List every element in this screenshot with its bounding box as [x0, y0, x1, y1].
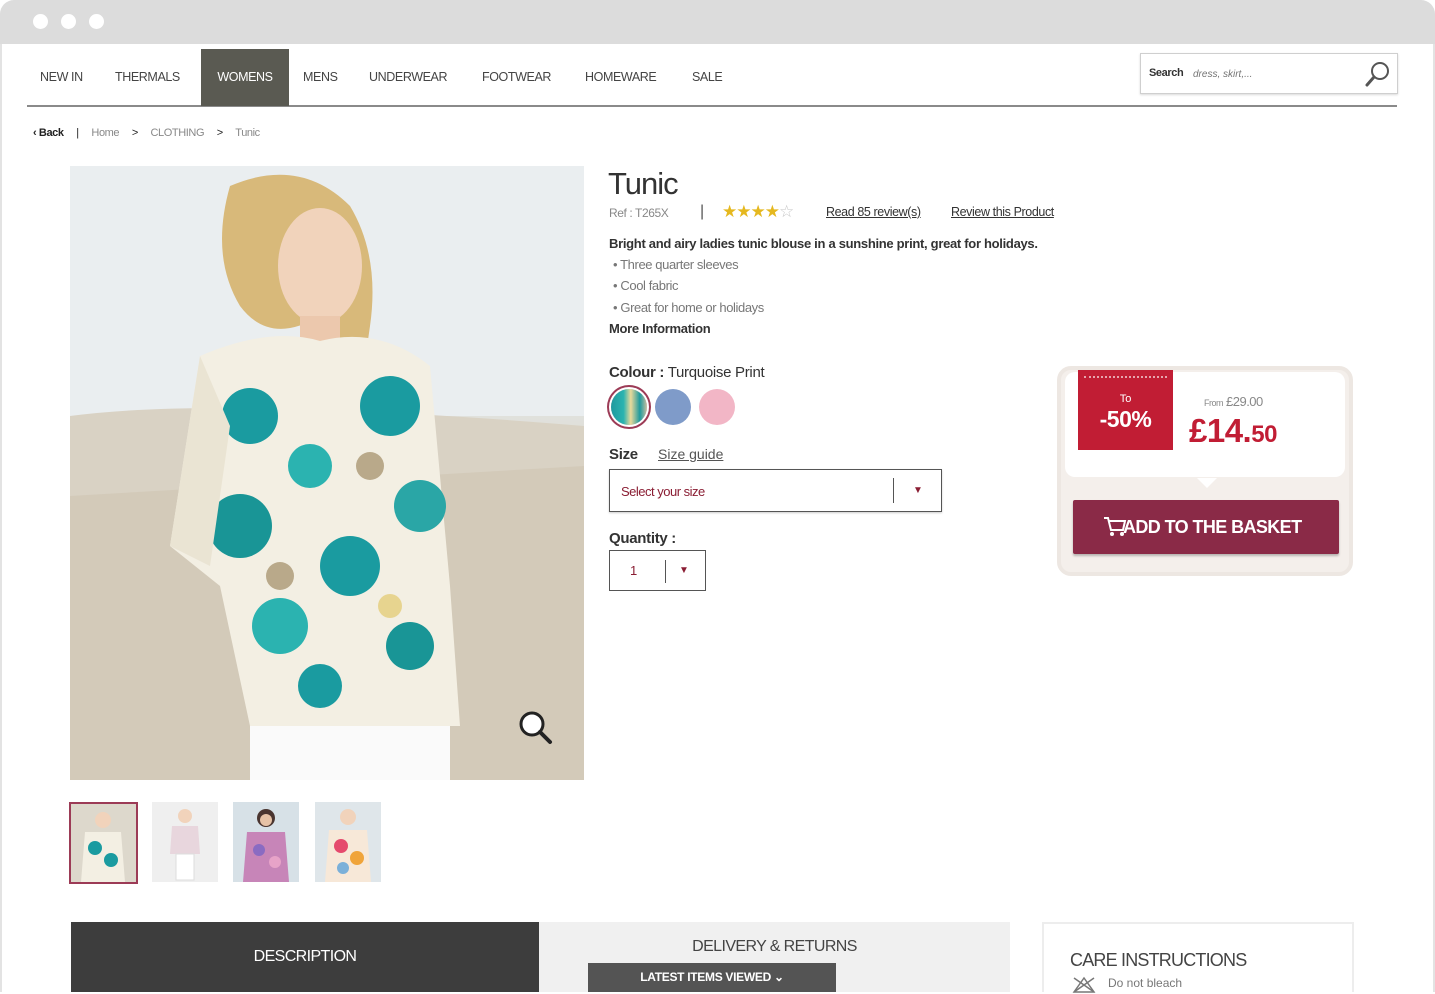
care-instructions-title: CARE INSTRUCTIONS	[1070, 950, 1247, 970]
breadcrumb-separator: |	[76, 127, 79, 139]
more-information-link[interactable]: More Information	[609, 321, 711, 336]
feature-bullet: • Cool fabric	[613, 278, 679, 293]
quantity-value: 1	[630, 563, 638, 578]
add-to-basket-button[interactable]: ADD TO THE BASKET	[1073, 500, 1339, 554]
star-icon: ★	[750, 202, 766, 221]
product-description: Bright and airy ladies tunic blouse in a…	[609, 236, 1038, 251]
product-title: Tunic	[608, 166, 679, 201]
discount-to: To	[1119, 393, 1132, 405]
colour-label: Colour : Turquoise Print	[609, 364, 765, 381]
quantity-label: Quantity :	[609, 530, 676, 547]
star-icon: ★	[722, 202, 737, 221]
size-label: Size	[609, 446, 638, 463]
breadcrumb-home[interactable]: Home	[91, 127, 119, 139]
product-main-image[interactable]	[70, 166, 584, 780]
read-reviews-link[interactable]: Read 85 review(s)	[826, 205, 921, 219]
product-photo	[70, 166, 584, 780]
discount-percent: -50%	[1099, 406, 1152, 432]
product-ref: Ref : T265X	[609, 206, 669, 220]
badge-perforation	[1084, 376, 1167, 378]
window-titlebar	[0, 0, 1435, 44]
divider: |	[700, 203, 705, 220]
feature-bullet: • Three quarter sleeves	[613, 257, 739, 272]
feature-text: Cool fabric	[620, 278, 679, 293]
feature-text: Great for home or holidays	[620, 300, 764, 315]
latest-items-viewed-button[interactable]: LATEST ITEMS VIEWED ⌄	[588, 963, 836, 992]
thumbnail-1[interactable]	[69, 802, 138, 884]
breadcrumb-arrow: >	[216, 127, 223, 139]
was-price-value: £29.00	[1226, 394, 1263, 409]
select-divider	[893, 478, 894, 503]
search-input[interactable]	[1193, 62, 1353, 86]
search-label: Search	[1149, 67, 1184, 79]
review-product-link[interactable]: Review this Product	[951, 205, 1054, 219]
window-dot-minimize[interactable]	[61, 14, 76, 29]
nav-item-underwear[interactable]: UNDERWEAR	[369, 49, 448, 106]
was-price: From £29.00	[1204, 394, 1263, 409]
cart-icon	[1104, 517, 1127, 536]
no-bleach-icon	[1072, 976, 1096, 993]
swatch-blue[interactable]	[655, 389, 691, 425]
nav-item-mens[interactable]: MENS	[303, 49, 338, 106]
add-to-basket-label: ADD TO THE BASKET	[1123, 516, 1302, 537]
search-box: Search	[1140, 53, 1398, 94]
star-empty-icon: ☆	[779, 202, 794, 221]
select-divider	[665, 560, 666, 583]
nav-item-footwear[interactable]: FOOTWEAR	[482, 49, 551, 106]
colour-label-text: Colour :	[609, 364, 665, 381]
breadcrumb-category[interactable]: CLOTHING	[151, 127, 205, 139]
swatch-turquoise-print[interactable]	[611, 389, 647, 425]
breadcrumb-arrow: >	[131, 127, 138, 139]
care-instruction-item: Do not bleach	[1108, 976, 1183, 990]
window-dot-close[interactable]	[33, 14, 48, 29]
thumbnail-image	[315, 802, 381, 882]
feature-text: Three quarter sleeves	[620, 257, 739, 272]
rating-stars: ★★★★☆	[722, 202, 794, 222]
nav-item-homeware[interactable]: HOMEWARE	[585, 49, 657, 106]
zoom-icon[interactable]	[517, 709, 553, 745]
colour-value: Turquoise Print	[667, 364, 765, 381]
care-instructions-panel: CARE INSTRUCTIONS Do not bleach	[1042, 922, 1354, 993]
price-panel: To -50% From £29.00 £14.50 ADD TO THE BAS…	[1057, 366, 1353, 576]
latest-items-label: LATEST ITEMS VIEWED	[640, 970, 771, 984]
price-card-notch	[1197, 478, 1217, 488]
size-select[interactable]: Select your size ▼	[609, 469, 942, 512]
star-icon: ★	[764, 202, 780, 221]
size-select-value: Select your size	[621, 484, 705, 499]
chevron-down-icon: ▼	[679, 565, 689, 576]
thumbnail-image	[233, 802, 299, 882]
tab-description[interactable]: DESCRIPTION	[71, 922, 539, 992]
chevron-down-icon: ⌄	[774, 970, 784, 984]
thumbnail-image	[71, 804, 136, 882]
nav-item-thermals[interactable]: THERMALS	[115, 49, 180, 106]
nav-item-sale[interactable]: SALE	[692, 49, 723, 106]
star-icon: ★	[736, 202, 751, 221]
size-guide-link[interactable]: Size guide	[658, 446, 723, 462]
breadcrumb-current: Tunic	[235, 127, 260, 139]
thumbnail-2[interactable]	[152, 802, 218, 882]
window-dot-maximize[interactable]	[89, 14, 104, 29]
feature-bullet: • Great for home or holidays	[613, 300, 764, 315]
nav-item-new-in[interactable]: NEW IN	[40, 49, 83, 106]
quantity-select[interactable]: 1 ▼	[609, 550, 706, 591]
was-price-from: From	[1204, 398, 1224, 408]
thumbnail-3[interactable]	[233, 802, 299, 882]
thumbnail-4[interactable]	[315, 802, 381, 882]
thumbnail-image	[152, 802, 218, 882]
search-icon[interactable]	[1364, 60, 1392, 88]
chevron-down-icon: ▼	[913, 485, 923, 496]
nav-item-womens[interactable]: WOMENS	[201, 49, 289, 106]
swatch-pink[interactable]	[699, 389, 735, 425]
current-price: £14.50	[1189, 412, 1277, 450]
current-price-pence: 50	[1251, 421, 1277, 448]
back-link[interactable]: ‹ Back	[33, 127, 64, 139]
breadcrumb: ‹ Back | Home > CLOTHING > Tunic	[33, 127, 260, 139]
price-card: To -50% From £29.00 £14.50	[1065, 370, 1345, 477]
discount-badge: To -50%	[1078, 370, 1173, 450]
current-price-main: £14.	[1189, 412, 1252, 449]
